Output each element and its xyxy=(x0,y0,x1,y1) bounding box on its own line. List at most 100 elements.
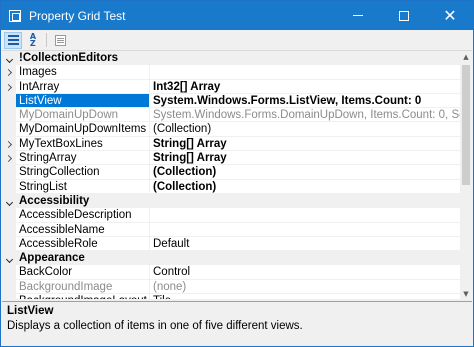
property-value[interactable]: System.Windows.Forms.ListView, Items.Cou… xyxy=(150,94,460,109)
property-value[interactable]: Control xyxy=(150,265,460,280)
categorized-button[interactable] xyxy=(4,31,22,49)
property-value[interactable] xyxy=(150,208,460,223)
property-name[interactable]: MyDomainUpDownItems xyxy=(16,122,150,137)
property-name[interactable]: AccessibleDescription xyxy=(16,208,150,223)
row-gutter xyxy=(2,108,16,123)
property-name[interactable]: ListView xyxy=(16,93,150,109)
property-grid-window: Property Grid Test ✕ AZ !CollectionEdito… xyxy=(0,0,474,347)
property-row[interactable]: AccessibleName xyxy=(2,222,460,237)
row-gutter xyxy=(2,51,16,66)
property-row[interactable]: MyTextBoxLines String[] Array xyxy=(2,136,460,152)
expand-chevron-icon[interactable] xyxy=(4,68,13,77)
property-row[interactable]: MyDomainUpDown System.Windows.Forms.Domai… xyxy=(2,108,460,123)
property-list: !CollectionEditors Images IntArray Int32[] … xyxy=(2,51,460,299)
toolbar-separator xyxy=(46,33,47,47)
property-name[interactable]: StringList xyxy=(16,179,150,194)
window-icon xyxy=(9,9,21,22)
categorized-icon xyxy=(7,35,19,45)
category-label: !CollectionEditors xyxy=(19,52,119,64)
expand-chevron-icon[interactable] xyxy=(4,154,13,163)
property-name[interactable]: AccessibleName xyxy=(16,222,150,237)
property-pages-button[interactable] xyxy=(51,32,69,49)
category-label: Appearance xyxy=(19,252,85,265)
window-title: Property Grid Test xyxy=(29,8,126,23)
row-gutter xyxy=(2,251,16,266)
maximize-icon xyxy=(399,10,409,21)
property-row[interactable]: StringCollection (Collection) xyxy=(2,165,460,180)
collapse-chevron-icon[interactable] xyxy=(5,197,14,207)
property-grid[interactable]: !CollectionEditors Images IntArray Int32[] … xyxy=(2,50,472,299)
row-gutter xyxy=(2,279,16,295)
description-panel: ListView Displays a collection of items … xyxy=(2,301,472,345)
collapse-chevron-icon[interactable] xyxy=(5,54,14,64)
property-value[interactable]: System.Windows.Forms.DomainUpDown, Items… xyxy=(150,108,460,123)
category-row[interactable]: Appearance xyxy=(2,251,460,266)
property-row[interactable]: StringList (Collection) xyxy=(2,179,460,194)
category-row[interactable]: !CollectionEditors xyxy=(2,51,460,66)
property-value[interactable]: (Collection) xyxy=(150,165,460,180)
row-gutter xyxy=(2,93,16,109)
property-row[interactable]: BackColor Control xyxy=(2,265,460,280)
property-row[interactable]: IntArray Int32[] Array xyxy=(2,79,460,94)
close-button[interactable]: ✕ xyxy=(427,1,473,30)
property-value[interactable]: Int32[] Array xyxy=(150,80,460,94)
property-value[interactable]: (Collection) xyxy=(150,180,460,194)
property-name[interactable]: AccessibleRole xyxy=(16,236,150,252)
property-value[interactable]: String[] Array xyxy=(150,151,460,166)
property-value[interactable]: String[] Array xyxy=(150,137,460,152)
row-gutter xyxy=(2,265,16,280)
property-value[interactable] xyxy=(150,223,460,237)
description-text: Displays a collection of items in one of… xyxy=(7,320,303,332)
row-gutter xyxy=(2,236,16,252)
expand-chevron-icon[interactable] xyxy=(4,140,13,148)
category-row[interactable]: Accessibility xyxy=(2,193,460,209)
property-row[interactable]: ListView System.Windows.Forms.ListView, I… xyxy=(2,93,460,109)
row-gutter xyxy=(2,151,16,166)
property-value[interactable]: (none) xyxy=(150,280,460,295)
property-name[interactable]: StringCollection xyxy=(16,165,150,180)
property-value[interactable] xyxy=(150,65,460,80)
property-row[interactable]: Images xyxy=(2,65,460,80)
property-pages-icon xyxy=(54,34,66,46)
property-name[interactable]: BackColor xyxy=(16,265,150,280)
property-name[interactable]: BackgroundImage xyxy=(16,279,150,295)
alphabetical-button[interactable]: AZ xyxy=(24,32,42,49)
row-gutter xyxy=(2,136,16,152)
property-row[interactable]: StringArray String[] Array xyxy=(2,151,460,166)
property-value[interactable]: Default xyxy=(150,237,460,252)
minimize-icon xyxy=(353,15,363,16)
property-name[interactable]: StringArray xyxy=(16,151,150,166)
scroll-thumb[interactable] xyxy=(462,65,470,185)
row-gutter xyxy=(2,122,16,137)
scroll-down-arrow-icon[interactable]: ▼ xyxy=(460,288,472,299)
window-controls: ✕ xyxy=(335,1,473,30)
row-gutter xyxy=(2,165,16,180)
property-name[interactable]: MyTextBoxLines xyxy=(16,136,150,152)
vertical-scrollbar[interactable]: ▲ ▼ xyxy=(460,51,472,299)
scroll-up-arrow-icon[interactable]: ▲ xyxy=(460,51,472,63)
row-gutter xyxy=(2,65,16,80)
row-gutter xyxy=(2,193,16,209)
maximize-button[interactable] xyxy=(381,1,427,30)
close-icon: ✕ xyxy=(443,6,457,25)
property-row[interactable]: MyDomainUpDownItems (Collection) xyxy=(2,122,460,137)
collapse-chevron-icon[interactable] xyxy=(5,254,14,264)
row-gutter xyxy=(2,79,16,94)
property-row[interactable]: BackgroundImage (none) xyxy=(2,279,460,295)
property-name[interactable]: Images xyxy=(16,65,150,80)
title-bar[interactable]: Property Grid Test ✕ xyxy=(1,1,473,30)
category-label: Accessibility xyxy=(19,194,90,207)
row-gutter xyxy=(2,208,16,223)
row-gutter xyxy=(2,222,16,237)
description-title: ListView xyxy=(7,305,54,317)
property-value[interactable]: (Collection) xyxy=(150,122,460,137)
alphabetical-icon: AZ xyxy=(29,32,37,48)
minimize-button[interactable] xyxy=(335,1,381,30)
property-grid-toolbar: AZ xyxy=(1,30,473,50)
property-row[interactable]: AccessibleRole Default xyxy=(2,236,460,252)
property-row[interactable]: AccessibleDescription xyxy=(2,208,460,223)
expand-chevron-icon[interactable] xyxy=(4,83,13,91)
row-gutter xyxy=(2,179,16,194)
property-name[interactable]: IntArray xyxy=(16,79,150,94)
property-name[interactable]: MyDomainUpDown xyxy=(16,108,150,123)
